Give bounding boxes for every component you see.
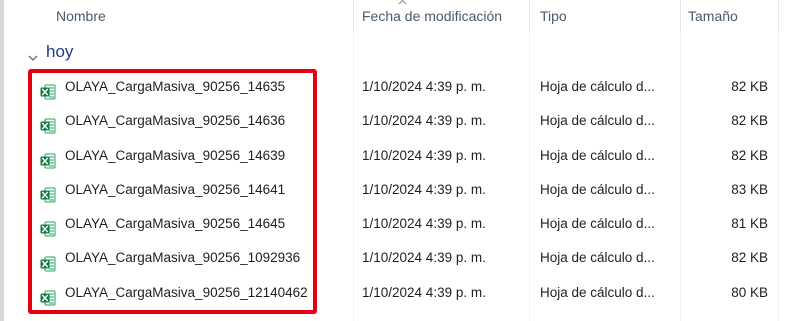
file-modified-date: 1/10/2024 4:39 p. m.	[362, 284, 486, 300]
file-name: OLAYA_CargaMasiva_90256_14645	[65, 216, 286, 232]
file-modified-date: 1/10/2024 4:39 p. m.	[362, 113, 486, 129]
excel-file-icon	[40, 182, 56, 203]
file-name-cell[interactable]: OLAYA_CargaMasiva_90256_14645	[40, 207, 285, 241]
file-row[interactable]: OLAYA_CargaMasiva_90256_1092936 1/10/2024…	[0, 241, 800, 275]
file-type: Hoja de cálculo d...	[540, 147, 655, 163]
file-row[interactable]: OLAYA_CargaMasiva_90256_14635 1/10/2024 4…	[0, 70, 800, 104]
file-list: OLAYA_CargaMasiva_90256_14635 1/10/2024 4…	[0, 70, 800, 310]
column-header-row: Nombre Fecha de modificación Tipo Tamaño	[0, 0, 800, 32]
file-row[interactable]: OLAYA_CargaMasiva_90256_14639 1/10/2024 4…	[0, 139, 800, 173]
file-name: OLAYA_CargaMasiva_90256_14636	[65, 113, 286, 129]
file-row[interactable]: OLAYA_CargaMasiva_90256_14636 1/10/2024 4…	[0, 104, 800, 138]
file-name-cell[interactable]: OLAYA_CargaMasiva_90256_14639	[40, 139, 285, 173]
column-divider[interactable]	[529, 0, 530, 32]
file-size: 82 KB	[731, 79, 768, 94]
file-size: 82 KB	[731, 250, 768, 266]
column-header-size[interactable]: Tamaño	[688, 6, 738, 26]
file-type: Hoja de cálculo d...	[540, 181, 655, 197]
file-modified-date: 1/10/2024 4:39 p. m.	[362, 250, 486, 266]
excel-file-icon	[40, 216, 56, 237]
file-modified-date: 1/10/2024 4:39 p. m.	[362, 147, 486, 163]
chevron-down-icon[interactable]	[28, 46, 38, 61]
group-label: hoy	[46, 42, 74, 61]
column-divider[interactable]	[778, 0, 779, 32]
file-name-cell[interactable]: OLAYA_CargaMasiva_90256_14636	[40, 104, 285, 138]
file-name: OLAYA_CargaMasiva_90256_1092936	[65, 250, 301, 266]
file-name-cell[interactable]: OLAYA_CargaMasiva_90256_12140462	[40, 276, 308, 310]
excel-file-icon	[40, 148, 56, 169]
file-name-cell[interactable]: OLAYA_CargaMasiva_90256_14641	[40, 173, 285, 207]
file-name-cell[interactable]: OLAYA_CargaMasiva_90256_1092936	[40, 241, 300, 275]
file-name: OLAYA_CargaMasiva_90256_14639	[65, 147, 286, 163]
file-name: OLAYA_CargaMasiva_90256_14635	[65, 79, 286, 94]
file-type: Hoja de cálculo d...	[540, 113, 655, 129]
column-divider[interactable]	[353, 0, 354, 32]
group-header-today[interactable]: hoy	[28, 40, 73, 64]
column-header-name[interactable]: Nombre	[56, 6, 106, 26]
file-row[interactable]: OLAYA_CargaMasiva_90256_14641 1/10/2024 4…	[0, 173, 800, 207]
column-header-type[interactable]: Tipo	[540, 6, 567, 26]
file-size: 81 KB	[731, 216, 768, 232]
excel-file-icon	[40, 251, 56, 272]
file-type: Hoja de cálculo d...	[540, 284, 655, 300]
file-size: 82 KB	[731, 113, 768, 129]
excel-file-icon	[40, 285, 56, 306]
file-modified-date: 1/10/2024 4:39 p. m.	[362, 216, 486, 232]
file-modified-date: 1/10/2024 4:39 p. m.	[362, 79, 486, 94]
file-modified-date: 1/10/2024 4:39 p. m.	[362, 181, 486, 197]
file-row[interactable]: OLAYA_CargaMasiva_90256_14645 1/10/2024 4…	[0, 207, 800, 241]
file-type: Hoja de cálculo d...	[540, 79, 655, 94]
column-header-modified[interactable]: Fecha de modificación	[362, 6, 502, 26]
file-row[interactable]: OLAYA_CargaMasiva_90256_12140462 1/10/202…	[0, 276, 800, 310]
file-size: 80 KB	[731, 284, 768, 300]
file-name: OLAYA_CargaMasiva_90256_14641	[65, 181, 286, 197]
file-type: Hoja de cálculo d...	[540, 216, 655, 232]
excel-file-icon	[40, 113, 56, 134]
file-size: 83 KB	[731, 181, 768, 197]
file-size: 82 KB	[731, 147, 768, 163]
column-divider[interactable]	[680, 0, 681, 32]
file-type: Hoja de cálculo d...	[540, 250, 655, 266]
file-name: OLAYA_CargaMasiva_90256_12140462	[65, 284, 308, 300]
file-name-cell[interactable]: OLAYA_CargaMasiva_90256_14635	[40, 70, 285, 104]
excel-file-icon	[40, 79, 56, 100]
